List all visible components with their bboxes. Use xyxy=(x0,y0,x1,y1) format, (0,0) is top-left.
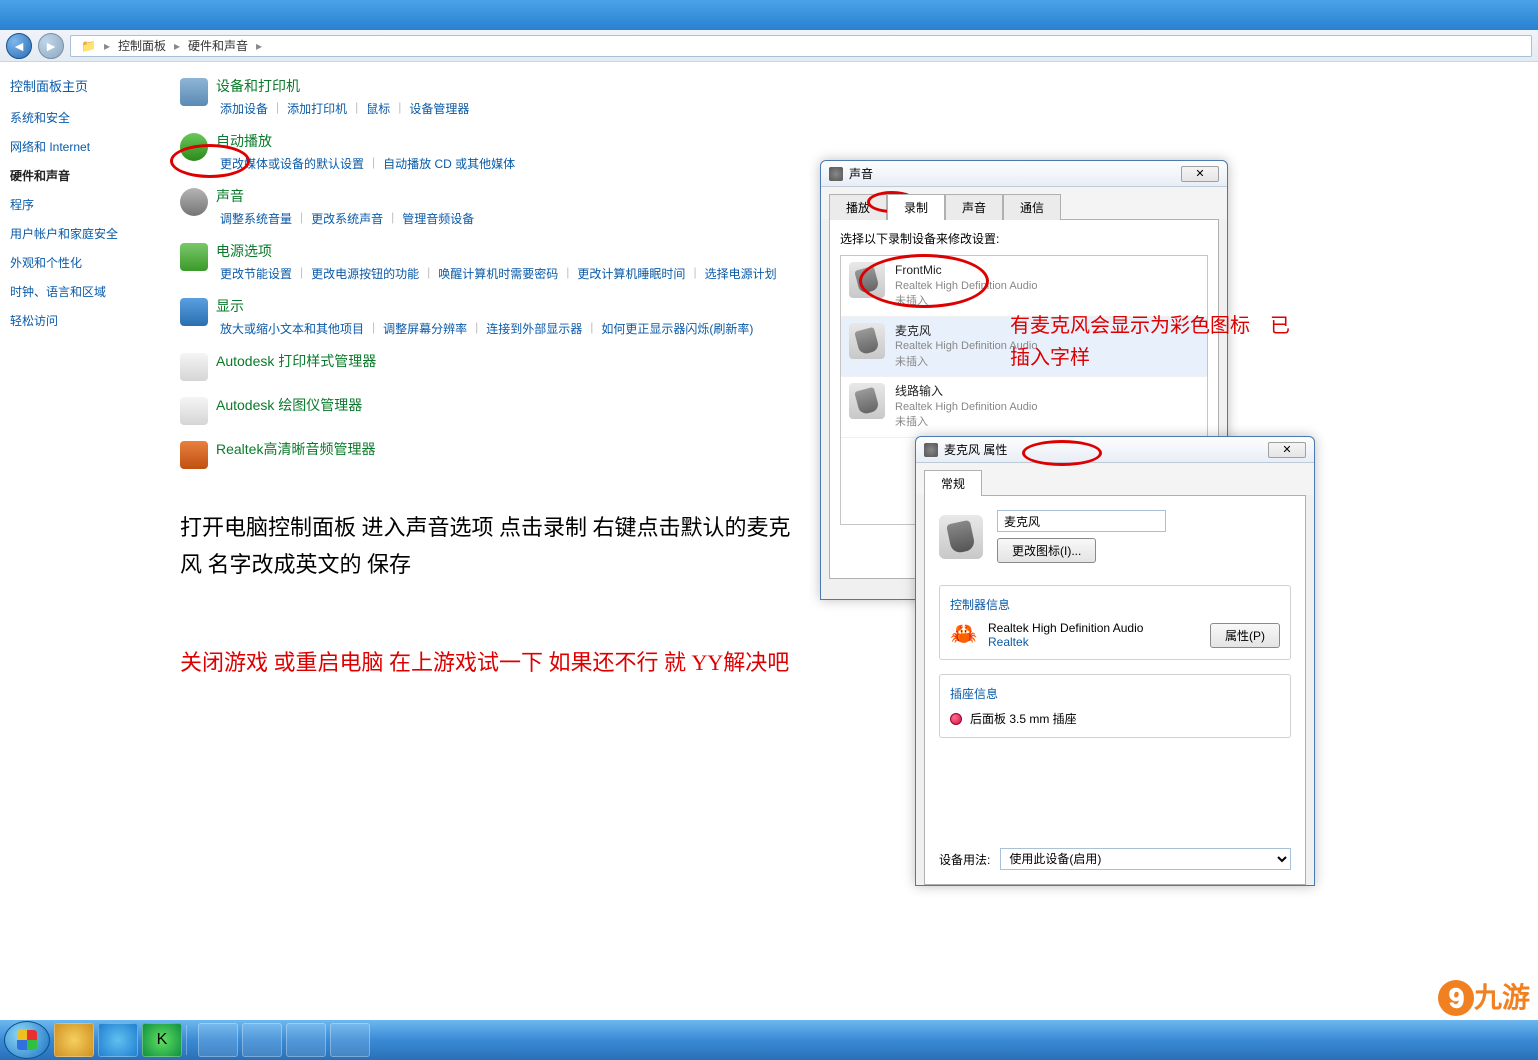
controller-properties-button[interactable]: 属性(P) xyxy=(1210,623,1280,648)
sidebar-title[interactable]: 控制面板主页 xyxy=(10,76,160,95)
jack-value: 后面板 3.5 mm 插座 xyxy=(970,710,1077,727)
taskbar-item[interactable] xyxy=(330,1023,370,1057)
sidebar-item[interactable]: 轻松访问 xyxy=(10,312,160,329)
change-icon-button[interactable]: 更改图标(I)... xyxy=(997,538,1096,563)
sidebar-item[interactable]: 系统和安全 xyxy=(10,109,160,126)
prop-tabs: 常规 xyxy=(916,463,1314,495)
sidebar-item[interactable]: 用户帐户和家庭安全 xyxy=(10,225,160,242)
category-icon xyxy=(180,133,208,161)
sidebar-item[interactable]: 硬件和声音 xyxy=(10,167,160,184)
category-icon xyxy=(180,78,208,106)
back-button[interactable]: ◄ xyxy=(6,33,32,59)
category-icon xyxy=(180,298,208,326)
prop-body: 更改图标(I)... 控制器信息 🦀 Realtek High Definiti… xyxy=(924,495,1306,885)
taskbar-item[interactable]: K xyxy=(142,1023,182,1057)
sidebar: 控制面板主页 系统和安全网络和 Internet 硬件和声音程序用户帐户和家庭安全… xyxy=(0,62,170,1020)
controller-name: Realtek High Definition Audio xyxy=(988,621,1210,635)
breadcrumb-root[interactable]: 控制面板 xyxy=(114,37,170,54)
category-link[interactable]: 自动播放 CD 或其他媒体 xyxy=(379,155,519,172)
category-icon xyxy=(180,188,208,216)
recording-device[interactable]: FrontMicRealtek High Definition Audio未插入 xyxy=(841,256,1207,317)
category-link[interactable]: 更改媒体或设备的默认设置 xyxy=(216,155,368,172)
category-link[interactable]: 选择电源计划 xyxy=(701,265,781,282)
sound-tab[interactable]: 通信 xyxy=(1003,194,1061,220)
category-link[interactable]: 更改电源按钮的功能 xyxy=(307,265,423,282)
watermark-logo: 9九游 xyxy=(1438,976,1530,1016)
category-link[interactable]: 调整系统音量 xyxy=(216,210,296,227)
start-button[interactable] xyxy=(4,1021,50,1059)
mic-properties-dialog: 麦克风 属性 ✕ 常规 更改图标(I)... 控制器信息 🦀 Realtek H… xyxy=(915,436,1315,886)
explorer-nav-bar: ◄ ► 📁▸ 控制面板 ▸ 硬件和声音 ▸ xyxy=(0,30,1538,62)
realtek-crab-icon: 🦀 xyxy=(950,621,978,649)
device-icon xyxy=(849,262,885,298)
sound-tabs: 播放录制声音通信 xyxy=(821,187,1227,219)
red-annotation-text: 有麦克风会显示为彩色图标 已插入字样 xyxy=(1010,310,1290,374)
instruction-text-1: 打开电脑控制面板 进入声音选项 点击录制 右键点击默认的麦克风 名字改成英文的 … xyxy=(180,509,800,584)
category-link[interactable]: 添加设备 xyxy=(216,100,272,117)
device-icon xyxy=(849,323,885,359)
taskbar-shortcut[interactable] xyxy=(4,3,74,27)
recording-device[interactable]: 线路输入Realtek High Definition Audio未插入 xyxy=(841,377,1207,438)
sidebar-item[interactable]: 外观和个性化 xyxy=(10,254,160,271)
forward-button[interactable]: ► xyxy=(38,33,64,59)
taskbar-item[interactable] xyxy=(198,1023,238,1057)
usage-select[interactable]: 使用此设备(启用) xyxy=(1000,848,1291,870)
category-link[interactable]: 放大或缩小文本和其他项目 xyxy=(216,320,368,337)
device-name-input[interactable] xyxy=(997,510,1166,532)
mic-icon xyxy=(924,443,938,457)
sound-tab[interactable]: 声音 xyxy=(945,194,1003,220)
category-link[interactable]: 唤醒计算机时需要密码 xyxy=(434,265,562,282)
category-icon xyxy=(180,441,208,469)
device-large-icon xyxy=(939,515,983,559)
controller-info-label: 控制器信息 xyxy=(950,596,1280,613)
category-link[interactable]: 更改节能设置 xyxy=(216,265,296,282)
sound-tab[interactable]: 录制 xyxy=(887,194,945,220)
speaker-icon xyxy=(829,167,843,181)
category-row: 设备和打印机添加设备|添加打印机|鼠标|设备管理器 xyxy=(180,76,1538,117)
category-link[interactable]: 更改系统声音 xyxy=(307,210,387,227)
category-link[interactable]: 管理音频设备 xyxy=(398,210,478,227)
instruction-text-2: 关闭游戏 或重启电脑 在上游戏试一下 如果还不行 就 YY解决吧 xyxy=(180,644,800,681)
category-icon xyxy=(180,243,208,271)
category-link[interactable]: 添加打印机 xyxy=(283,100,351,117)
category-link[interactable]: 鼠标 xyxy=(362,100,394,117)
sidebar-item[interactable]: 时钟、语言和区域 xyxy=(10,283,160,300)
device-icon xyxy=(849,383,885,419)
jack-info-label: 插座信息 xyxy=(950,685,1280,702)
sound-dialog-titlebar[interactable]: 声音 ✕ xyxy=(821,161,1227,187)
prop-dialog-titlebar[interactable]: 麦克风 属性 ✕ xyxy=(916,437,1314,463)
taskbar-item[interactable] xyxy=(54,1023,94,1057)
taskbar-item[interactable] xyxy=(98,1023,138,1057)
sidebar-item[interactable]: 程序 xyxy=(10,196,160,213)
sound-dialog-title: 声音 xyxy=(849,165,873,182)
category-link[interactable]: 设备管理器 xyxy=(405,100,473,117)
category-icon xyxy=(180,353,208,381)
category-title[interactable]: 自动播放 xyxy=(216,131,1538,151)
top-taskbar xyxy=(0,0,1538,30)
controller-info-group: 控制器信息 🦀 Realtek High Definition Audio Re… xyxy=(939,585,1291,660)
taskbar-shortcut[interactable] xyxy=(76,3,146,27)
recording-hint: 选择以下录制设备来修改设置: xyxy=(840,230,1208,247)
category-link[interactable]: 连接到外部显示器 xyxy=(482,320,586,337)
taskbar: K xyxy=(0,1020,1538,1060)
category-link[interactable]: 更改计算机睡眠时间 xyxy=(573,265,689,282)
taskbar-item[interactable] xyxy=(286,1023,326,1057)
category-icon xyxy=(180,397,208,425)
controller-vendor-link[interactable]: Realtek xyxy=(988,635,1210,649)
breadcrumb[interactable]: 📁▸ 控制面板 ▸ 硬件和声音 ▸ xyxy=(70,35,1532,57)
category-link[interactable]: 如何更正显示器闪烁(刷新率) xyxy=(597,320,757,337)
close-button[interactable]: ✕ xyxy=(1268,442,1306,458)
sidebar-item[interactable]: 网络和 Internet xyxy=(10,138,160,155)
jack-info-group: 插座信息 后面板 3.5 mm 插座 xyxy=(939,674,1291,738)
taskbar-item[interactable] xyxy=(242,1023,282,1057)
prop-dialog-title: 麦克风 属性 xyxy=(944,441,1007,458)
breadcrumb-current[interactable]: 硬件和声音 xyxy=(184,37,252,54)
tab-general[interactable]: 常规 xyxy=(924,470,982,496)
category-link[interactable]: 调整屏幕分辨率 xyxy=(379,320,471,337)
close-button[interactable]: ✕ xyxy=(1181,166,1219,182)
sound-tab[interactable]: 播放 xyxy=(829,194,887,220)
jack-color-icon xyxy=(950,713,962,725)
usage-label: 设备用法: xyxy=(939,851,990,868)
category-title[interactable]: 设备和打印机 xyxy=(216,76,1538,96)
